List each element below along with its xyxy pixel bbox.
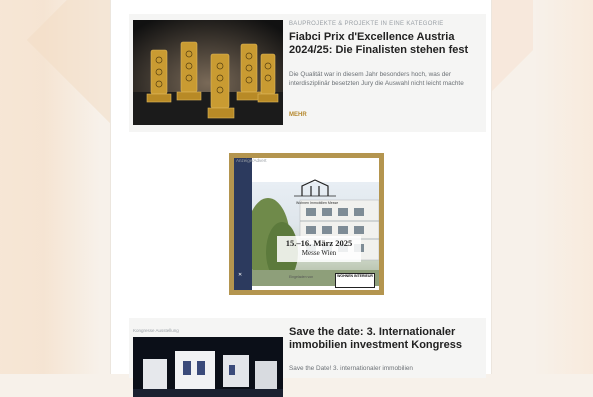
wim-logo-icon: [294, 179, 336, 197]
read-more-link[interactable]: MEHR: [289, 112, 307, 118]
congress-stage-photo: [133, 337, 283, 397]
ad-date-box: 15.–16. März 2025 Messe Wien: [277, 236, 361, 262]
ad-brand-mark-icon: ✕: [238, 272, 243, 278]
article-excerpt: Die Qualität war in diesem Jahr besonder…: [289, 71, 464, 87]
article-card[interactable]: Kongresse Ausstellung Save the date: 3. …: [129, 318, 486, 397]
article-image-trophies[interactable]: [133, 20, 283, 125]
ad-label: Anzeige/Advert: [236, 158, 267, 163]
ad-logo-text: Wohnen Immobilien Messe: [296, 201, 339, 205]
article-excerpt: Save the Date! 3. internationaler immobi…: [289, 365, 413, 372]
ad-footer-text: Eingeladen von: [289, 275, 314, 279]
article-title[interactable]: Fiabci Prix d'Excellence Austria 2024/25…: [289, 31, 479, 57]
article-card[interactable]: Bauprojekte & Projekte in eine Kategorie…: [129, 14, 486, 132]
article-image-congress[interactable]: [133, 337, 283, 397]
article-category: Kongresse Ausstellung: [133, 328, 179, 333]
trophies-photo: [133, 20, 283, 125]
ad-side-strip: [234, 158, 252, 290]
ad-event-date: 15.–16. März 2025: [285, 238, 353, 248]
advertisement-banner[interactable]: Anzeige/Advert Wohnen Immobilien Messe 1…: [229, 153, 384, 295]
newsletter-content: Bauprojekte & Projekte in eine Kategorie…: [110, 0, 492, 397]
ad-event-location: Messe Wien: [301, 249, 337, 257]
background-decoration-right: [533, 0, 593, 374]
article-category: Bauprojekte & Projekte in eine Kategorie: [289, 21, 444, 27]
article-title[interactable]: Save the date: 3. Internationaler immobi…: [289, 326, 479, 352]
advertisement-content: Anzeige/Advert Wohnen Immobilien Messe 1…: [234, 158, 379, 290]
ad-partner-logo: WOHNEN INTERIEUR: [335, 273, 375, 288]
